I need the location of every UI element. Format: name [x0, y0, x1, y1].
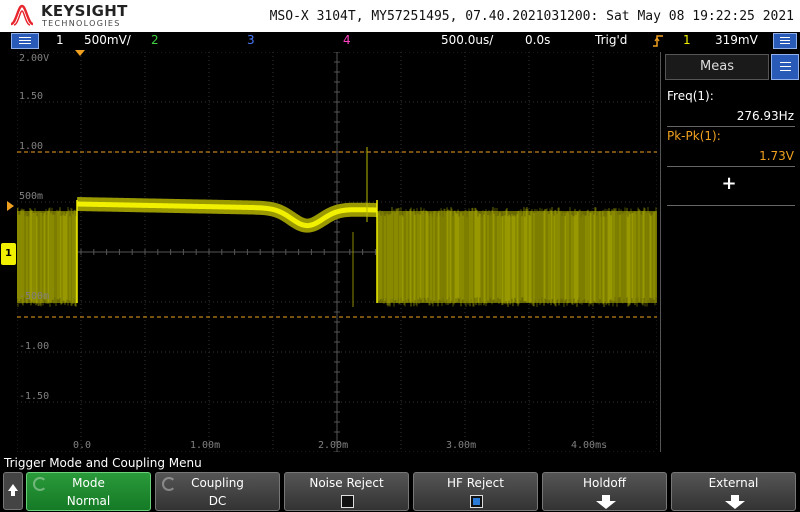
x-axis-label: 4.00ms [571, 440, 608, 451]
hf-reject-checkbox[interactable] [470, 495, 483, 508]
meas-pkpk-value: 1.73V [759, 149, 794, 163]
ch4-number[interactable]: 4 [343, 33, 351, 47]
rising-edge-icon [653, 35, 663, 47]
add-measurement-icon[interactable]: + [719, 174, 739, 194]
trigger-level-marker[interactable] [7, 201, 14, 211]
softkey-label: HF Reject [447, 476, 504, 490]
holdoff-softkey[interactable]: Holdoff [542, 472, 667, 511]
ch1-ground-marker[interactable]: 1 [1, 243, 16, 265]
meas-divider [667, 126, 795, 127]
softkey-label: Mode [72, 476, 105, 490]
timebase-scale[interactable]: 500.0us/ [441, 33, 493, 47]
ch3-number[interactable]: 3 [247, 33, 255, 47]
ch1-waveform-trace [17, 147, 657, 307]
menu-title: Trigger Mode and Coupling Menu [4, 456, 202, 470]
meas-freq-value: 276.93Hz [736, 109, 794, 123]
meas-tab[interactable]: Meas [665, 54, 769, 80]
keysight-logo: KEYSIGHT TECHNOLOGIES [10, 2, 140, 30]
meas-pkpk-label: Pk-Pk(1): [667, 129, 721, 143]
noise-reject-softkey[interactable]: Noise Reject [284, 472, 409, 511]
meas-freq-label: Freq(1): [667, 89, 714, 103]
menu-icon[interactable] [11, 33, 39, 49]
trigger-state: Trig'd [595, 33, 628, 47]
y-axis-label: 1.50 [19, 91, 44, 102]
y-axis-label: -1.00 [19, 341, 50, 352]
ch1-marker-label: 1 [5, 248, 12, 259]
meas-menu-icon[interactable] [771, 54, 799, 80]
softkey-label: Coupling [191, 476, 244, 490]
waveform-display[interactable] [17, 52, 657, 452]
softkey-label: Holdoff [583, 476, 626, 490]
meas-divider [667, 166, 795, 167]
softkey-value: Normal [66, 494, 111, 508]
y-axis-label: -1.50 [19, 391, 50, 402]
ch1-number[interactable]: 1 [56, 33, 64, 47]
y-axis-label: -500m [19, 291, 50, 302]
submenu-arrow-icon [725, 495, 745, 509]
y-axis-label: 500m [19, 191, 44, 202]
trigger-source[interactable]: 1 [683, 33, 691, 47]
x-axis-label: 1.00m [190, 440, 221, 451]
softkey-bar: Mode Normal Coupling DC Noise Reject HF … [0, 472, 800, 512]
submenu-arrow-icon [596, 495, 616, 509]
y-axis-label: 1.00 [19, 141, 44, 152]
ch2-number[interactable]: 2 [151, 33, 159, 47]
ch1-scale[interactable]: 500mV/ [84, 33, 131, 47]
time-delay[interactable]: 0.0s [525, 33, 550, 47]
trigger-level[interactable]: 319mV [715, 33, 758, 47]
softkey-label: External [708, 476, 759, 490]
meas-divider [667, 205, 795, 206]
keysight-wave-icon [10, 4, 34, 26]
brand-subtitle: TECHNOLOGIES [42, 19, 121, 28]
trigger-position-marker[interactable] [75, 50, 85, 56]
measurement-panel: Meas Freq(1): 276.93Hz Pk-Pk(1): 1.73V + [660, 52, 800, 452]
y-axis-label: 2.00V [19, 53, 50, 64]
x-axis-label: 0.0 [73, 440, 92, 451]
x-axis-label: 2.00m [318, 440, 349, 451]
noise-reject-checkbox[interactable] [341, 495, 354, 508]
hf-reject-softkey[interactable]: HF Reject [413, 472, 538, 511]
softkey-label: Noise Reject [309, 476, 384, 490]
header-bar: KEYSIGHT TECHNOLOGIES MSO-X 3104T, MY572… [0, 0, 800, 32]
instrument-title: MSO-X 3104T, MY57251495, 07.40.202103120… [269, 9, 794, 24]
external-softkey[interactable]: External [671, 472, 796, 511]
mode-softkey[interactable]: Mode Normal [26, 472, 151, 511]
up-arrow-icon[interactable] [3, 472, 23, 510]
channel-status-bar: 1 500mV/ 2 3 4 500.0us/ 0.0s Trig'd 1 31… [0, 32, 800, 50]
coupling-softkey[interactable]: Coupling DC [155, 472, 280, 511]
quick-menu-icon[interactable] [773, 33, 797, 49]
brand-name: KEYSIGHT [41, 2, 128, 20]
softkey-value: DC [208, 494, 227, 508]
x-axis-label: 3.00m [446, 440, 477, 451]
